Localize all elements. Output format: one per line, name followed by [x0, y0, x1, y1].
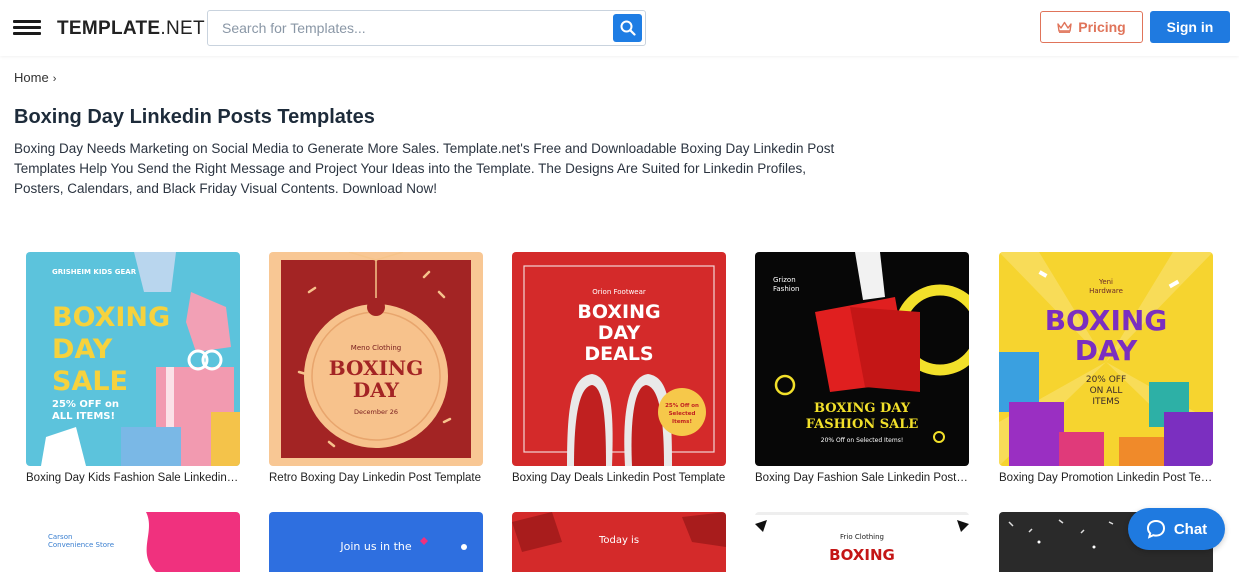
search-button[interactable] — [613, 14, 642, 42]
card-line-2: DAY — [1075, 334, 1138, 367]
chat-bubble-icon — [1146, 519, 1165, 539]
chat-button[interactable]: Chat — [1128, 508, 1225, 550]
card-offer-2: ALL ITEMS! — [52, 411, 115, 422]
card-line-1: BOXING — [329, 356, 424, 380]
template-title[interactable]: Retro Boxing Day Linkedin Post Template — [269, 472, 483, 484]
template-card[interactable]: Grizon Fashion BOXING DAY FASHION SALE 2… — [755, 252, 969, 484]
chat-label: Chat — [1173, 520, 1208, 538]
template-title[interactable]: Boxing Day Deals Linkedin Post Template — [512, 472, 726, 484]
template-thumbnail[interactable]: Yeni Hardware BOXING DAY 20% OFF ON ALL … — [999, 252, 1213, 466]
template-card[interactable]: Meno Clothing BOXING DAY December 26 Ret… — [269, 252, 483, 484]
card-offer-1: 25% OFF on — [52, 399, 119, 410]
card-line-1: BOXING — [829, 546, 895, 564]
card-brand-1: Yeni — [1098, 278, 1113, 286]
card-line-2: FASHION SALE — [806, 417, 919, 432]
sign-in-button[interactable]: Sign in — [1150, 11, 1230, 43]
card-brand: Frio Clothing — [840, 533, 884, 541]
card-brand-2: Convenience Store — [48, 541, 114, 549]
card-line-1: Join us in the — [339, 540, 412, 553]
breadcrumb-home[interactable]: Home — [14, 70, 49, 85]
site-logo[interactable]: TEMPLATE.NET — [57, 18, 205, 40]
template-title[interactable]: Boxing Day Fashion Sale Linkedin Post Te… — [755, 472, 969, 484]
search-bar — [207, 10, 646, 46]
template-title[interactable]: Boxing Day Promotion Linkedin Post Templ… — [999, 472, 1213, 484]
page-title: Boxing Day Linkedin Posts Templates — [14, 106, 375, 128]
card-brand-2: Hardware — [1089, 287, 1123, 295]
card-line-1: BOXING — [577, 301, 660, 323]
card-line-2: DAY — [598, 322, 641, 344]
template-thumbnail[interactable]: Grizon Fashion BOXING DAY FASHION SALE 2… — [755, 252, 969, 466]
card-line-1: BOXING — [52, 302, 170, 333]
card-brand: Orion Footwear — [592, 288, 646, 296]
card-offer-2: ON ALL — [1090, 386, 1123, 396]
card-offer-3: ITEMS — [1092, 397, 1120, 407]
template-thumbnail[interactable]: Meno Clothing BOXING DAY December 26 — [269, 252, 483, 466]
card-line-3: DEALS — [584, 343, 653, 365]
card-line-1: BOXING DAY — [814, 401, 911, 416]
card-line-1: BOXING — [1045, 304, 1168, 337]
card-line-3: SALE — [52, 366, 128, 397]
card-line-2: DAY — [52, 334, 113, 365]
template-thumbnail[interactable]: GRISHEIM KIDS GEAR BOXING DAY SALE 25% O… — [26, 252, 240, 466]
template-thumbnail[interactable]: Today is — [512, 512, 726, 572]
card-brand-1: Carson — [48, 533, 72, 541]
top-header: TEMPLATE.NET Pricing Sign in — [0, 0, 1239, 56]
template-thumbnail[interactable]: Join us in the — [269, 512, 483, 572]
template-title[interactable]: Boxing Day Kids Fashion Sale Linkedin Po… — [26, 472, 240, 484]
card-brand: Meno Clothing — [351, 344, 401, 352]
card-line-2: DAY — [353, 378, 400, 402]
card-brand: GRISHEIM KIDS GEAR — [52, 268, 137, 276]
card-brand-2: Fashion — [773, 285, 799, 293]
breadcrumb: Home › — [14, 70, 56, 85]
page-description: Boxing Day Needs Marketing on Social Med… — [14, 141, 835, 196]
template-card[interactable]: GRISHEIM KIDS GEAR BOXING DAY SALE 25% O… — [26, 252, 240, 484]
card-badge-1: 25% Off on — [665, 403, 699, 409]
template-card[interactable]: Orion Footwear BOXING DAY DEALS 25% Off … — [512, 252, 726, 484]
template-thumbnail[interactable]: Carson Convenience Store — [26, 512, 240, 572]
search-icon — [620, 20, 636, 36]
breadcrumb-separator: › — [52, 73, 57, 85]
template-thumbnail[interactable]: Orion Footwear BOXING DAY DEALS 25% Off … — [512, 252, 726, 466]
search-input[interactable] — [222, 11, 602, 45]
card-badge-3: Items! — [672, 419, 692, 425]
pricing-button[interactable]: Pricing — [1040, 11, 1143, 43]
card-offer: 20% Off on Selected Items! — [821, 437, 904, 444]
template-thumbnail[interactable]: Frio Clothing BOXING — [755, 512, 969, 572]
card-badge-2: Selected — [669, 411, 696, 417]
card-brand-1: Grizon — [773, 276, 796, 284]
card-offer-1: 20% OFF — [1086, 375, 1126, 385]
pricing-label: Pricing — [1078, 19, 1126, 35]
card-line-1: Today is — [598, 535, 639, 546]
template-card[interactable]: Yeni Hardware BOXING DAY 20% OFF ON ALL … — [999, 252, 1213, 484]
card-date: December 26 — [354, 408, 398, 416]
crown-icon — [1057, 21, 1072, 33]
menu-icon[interactable] — [13, 20, 41, 36]
